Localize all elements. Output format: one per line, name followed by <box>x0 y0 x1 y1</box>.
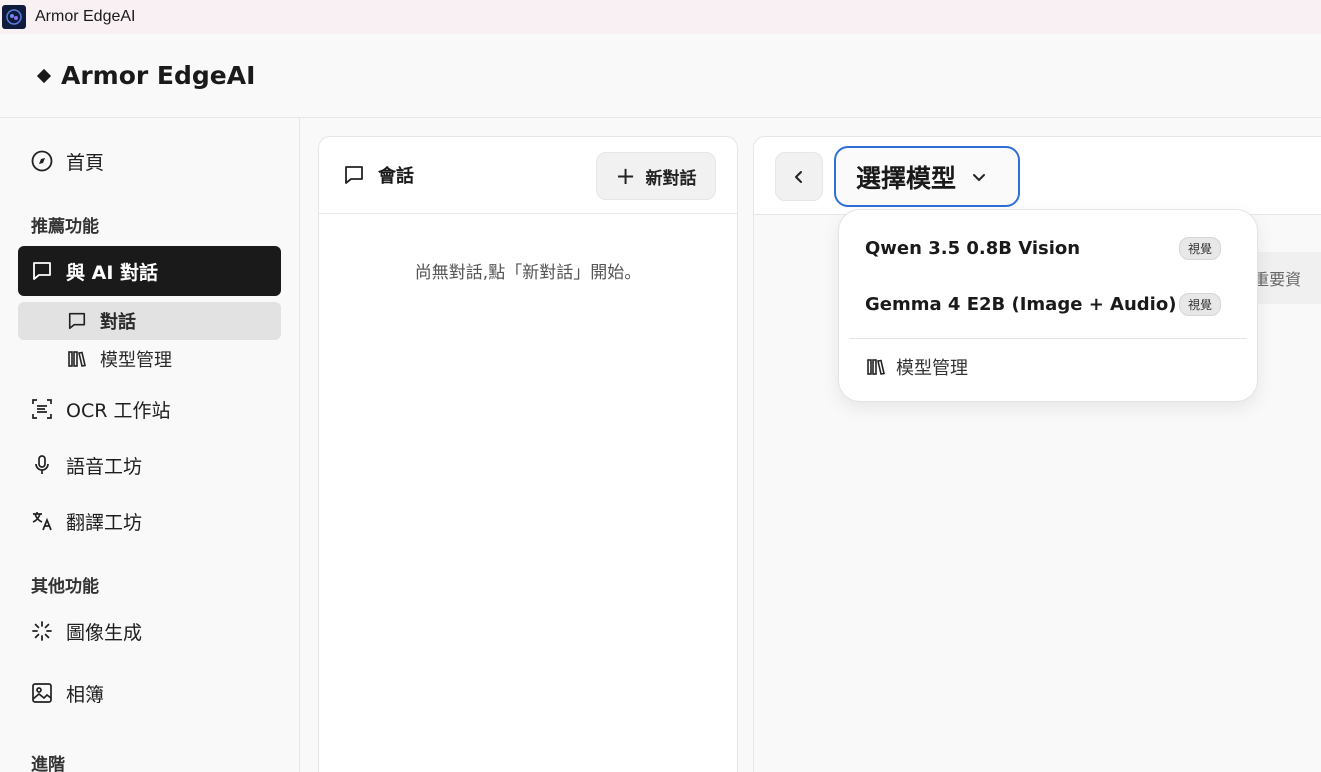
library-icon <box>66 348 88 370</box>
sidebar-item-label: 首頁 <box>66 151 105 174</box>
brain-icon <box>2 5 26 29</box>
plus-icon: + <box>615 162 636 190</box>
diamond-icon <box>36 68 52 83</box>
chat-bubble-icon <box>66 310 88 332</box>
sidebar-item-label: 圖像生成 <box>66 621 143 644</box>
sidebar-item-label: 語音工坊 <box>66 455 143 478</box>
sidebar-item-translate[interactable]: 翻譯工坊 <box>18 500 281 542</box>
model-select-dropdown[interactable]: 選擇模型 <box>834 146 1020 207</box>
manage-models-label: 模型管理 <box>896 358 968 379</box>
translate-icon <box>30 509 54 533</box>
sidebar-item-label: 翻譯工坊 <box>66 511 143 534</box>
model-select-label: 選擇模型 <box>856 163 957 193</box>
new-chat-button[interactable]: + 新對話 <box>596 152 716 200</box>
model-option[interactable]: Qwen 3.5 0.8B Vision 視覺 <box>865 228 1221 268</box>
manage-models-link[interactable]: 模型管理 <box>865 351 968 383</box>
sidebar-item-label: 相簿 <box>66 683 105 706</box>
sidebar-item-label: OCR 工作站 <box>66 399 171 422</box>
sidebar-subitem-label: 模型管理 <box>100 350 172 371</box>
new-chat-label: 新對話 <box>645 168 697 189</box>
conversations-header: 會話 + 新對話 <box>319 137 737 214</box>
sidebar-item-label: 與 AI 對話 <box>66 261 159 284</box>
chevron-left-icon <box>795 170 802 183</box>
model-option-name: Qwen 3.5 0.8B Vision <box>865 237 1081 259</box>
chat-bubble-icon <box>30 259 54 283</box>
sparkle-loader-icon <box>30 619 54 643</box>
sidebar-subitem-chat[interactable]: 對話 <box>18 302 281 340</box>
model-dropdown-menu: Qwen 3.5 0.8B Vision 視覺 Gemma 4 E2B (Ima… <box>838 209 1258 402</box>
library-icon <box>865 356 887 378</box>
dropdown-divider <box>849 338 1247 339</box>
empty-conversations-message: 尚無對話,點「新對話」開始。 <box>414 263 642 283</box>
scan-text-icon <box>30 397 54 421</box>
model-option[interactable]: Gemma 4 E2B (Image + Audio) 視覺 <box>865 284 1221 324</box>
sidebar-item-image-gen[interactable]: 圖像生成 <box>18 610 281 652</box>
microphone-icon <box>30 453 54 477</box>
sidebar: 首頁 推薦功能 與 AI 對話 對話 模型管理 OCR 工作站 語音工坊 翻譯工… <box>0 118 300 772</box>
window-title-bar: Armor EdgeAI <box>0 0 1321 34</box>
conversations-title: 會話 <box>378 166 414 187</box>
sidebar-subitem-models[interactable]: 模型管理 <box>18 340 281 378</box>
section-label-other: 其他功能 <box>31 577 99 597</box>
window-title: Armor EdgeAI <box>35 8 136 25</box>
brand-name: Armor EdgeAI <box>61 61 256 90</box>
sidebar-item-ocr[interactable]: OCR 工作站 <box>18 388 281 430</box>
section-label-advanced: 進階 <box>31 755 65 772</box>
chevron-down-icon <box>970 168 988 186</box>
image-icon <box>30 681 54 705</box>
app-header: Armor EdgeAI <box>0 34 1321 118</box>
back-button[interactable] <box>775 152 823 201</box>
model-badge: 視覺 <box>1178 292 1221 316</box>
conversations-panel: 會話 + 新對話 尚無對話,點「新對話」開始。 <box>318 136 738 772</box>
model-option-name: Gemma 4 E2B (Image + Audio) <box>865 293 1177 315</box>
sidebar-item-home[interactable]: 首頁 <box>18 140 281 182</box>
chat-header: 選擇模型 <box>754 137 1321 215</box>
sidebar-subitem-label: 對話 <box>100 312 136 333</box>
compass-icon <box>30 149 54 173</box>
sidebar-item-voice[interactable]: 語音工坊 <box>18 444 281 486</box>
chat-bubble-icon <box>342 163 366 187</box>
sidebar-item-album[interactable]: 相簿 <box>18 672 281 714</box>
section-label-recommended: 推薦功能 <box>31 217 99 237</box>
sidebar-item-ai-chat[interactable]: 與 AI 對話 <box>18 246 281 296</box>
model-badge: 視覺 <box>1178 236 1221 260</box>
